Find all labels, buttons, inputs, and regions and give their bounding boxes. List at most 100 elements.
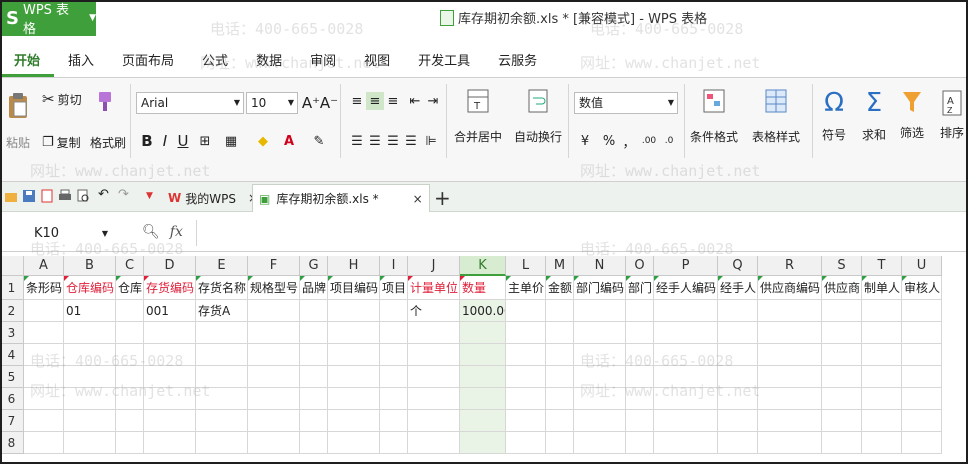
cell[interactable] — [506, 388, 546, 410]
column-header-o[interactable]: O — [626, 256, 654, 276]
tab-review[interactable]: 审阅 — [296, 47, 350, 77]
cell[interactable] — [248, 388, 300, 410]
cell[interactable] — [24, 322, 64, 344]
column-header-d[interactable]: D — [144, 256, 196, 276]
column-header-u[interactable]: U — [902, 256, 942, 276]
cell[interactable] — [116, 366, 144, 388]
cell[interactable] — [574, 410, 626, 432]
align-right-button[interactable]: ☰ — [384, 132, 402, 150]
sort-button[interactable]: AZ 排序 — [940, 88, 964, 141]
cell[interactable] — [654, 322, 718, 344]
cell[interactable] — [546, 388, 574, 410]
cell[interactable] — [758, 322, 822, 344]
column-header-e[interactable]: E — [196, 256, 248, 276]
header-cell-l[interactable]: 主单价 — [506, 276, 546, 300]
column-header-q[interactable]: Q — [718, 256, 758, 276]
cell[interactable] — [196, 410, 248, 432]
cell[interactable] — [380, 432, 408, 454]
cell[interactable] — [144, 388, 196, 410]
cell[interactable] — [248, 322, 300, 344]
tab-page-layout[interactable]: 页面布局 — [108, 47, 188, 77]
cell[interactable] — [758, 300, 822, 322]
fill-pattern-button[interactable]: ▦ — [222, 132, 240, 150]
cell[interactable] — [862, 344, 902, 366]
cell[interactable] — [328, 432, 380, 454]
cell[interactable] — [64, 322, 116, 344]
row-header-1[interactable]: 1 — [0, 276, 24, 300]
column-header-s[interactable]: S — [822, 256, 862, 276]
cell[interactable] — [822, 344, 862, 366]
cell[interactable] — [862, 322, 902, 344]
cell[interactable] — [718, 366, 758, 388]
cell[interactable] — [822, 322, 862, 344]
customize-toolbar-icon[interactable]: ▼ — [146, 191, 160, 205]
cell[interactable] — [718, 322, 758, 344]
data-cell-j2[interactable]: 个 — [408, 300, 460, 322]
cell[interactable] — [408, 410, 460, 432]
column-header-c[interactable]: C — [116, 256, 144, 276]
cell[interactable] — [902, 410, 942, 432]
align-center-button[interactable]: ☰ — [366, 132, 384, 150]
cell[interactable] — [328, 388, 380, 410]
cell[interactable] — [196, 344, 248, 366]
cell[interactable] — [654, 366, 718, 388]
column-header-m[interactable]: M — [546, 256, 574, 276]
cell[interactable] — [64, 388, 116, 410]
paste-button[interactable]: 粘贴 — [6, 92, 30, 151]
cell[interactable] — [546, 322, 574, 344]
cell[interactable] — [380, 410, 408, 432]
tab-cloud[interactable]: 云服务 — [484, 47, 551, 77]
tab-formulas[interactable]: 公式 — [188, 47, 242, 77]
font-size-select[interactable]: 10 ▼ — [246, 92, 298, 114]
cell[interactable] — [144, 344, 196, 366]
cell[interactable] — [144, 322, 196, 344]
print-icon[interactable] — [58, 189, 72, 203]
cell[interactable] — [902, 388, 942, 410]
header-cell-d[interactable]: 存货编码 — [144, 276, 196, 300]
cell[interactable] — [506, 344, 546, 366]
cell[interactable] — [248, 410, 300, 432]
cell[interactable] — [460, 410, 506, 432]
column-header-k[interactable]: K — [460, 256, 506, 276]
column-header-t[interactable]: T — [862, 256, 902, 276]
formula-input[interactable] — [196, 220, 968, 246]
header-cell-k[interactable]: 数量 — [460, 276, 506, 300]
italic-button[interactable]: I — [156, 132, 174, 150]
cell[interactable] — [380, 300, 408, 322]
cell[interactable] — [116, 322, 144, 344]
row-header-5[interactable]: 5 — [0, 366, 24, 388]
cut-button[interactable]: ✂ 剪切 — [42, 90, 82, 108]
cell[interactable] — [654, 388, 718, 410]
cell[interactable] — [460, 366, 506, 388]
cell[interactable] — [758, 432, 822, 454]
cell[interactable] — [328, 344, 380, 366]
align-top-button[interactable]: ≡ — [348, 92, 366, 110]
distributed-button[interactable]: ⊫ — [422, 132, 440, 150]
cell[interactable] — [408, 322, 460, 344]
header-cell-o[interactable]: 部门 — [626, 276, 654, 300]
cell[interactable] — [24, 432, 64, 454]
cell[interactable] — [654, 344, 718, 366]
shrink-font-button[interactable]: A⁻ — [320, 94, 338, 112]
header-cell-g[interactable]: 品牌 — [300, 276, 328, 300]
cell[interactable] — [506, 322, 546, 344]
cell[interactable] — [328, 410, 380, 432]
cell[interactable] — [626, 300, 654, 322]
cell[interactable] — [24, 344, 64, 366]
tab-data[interactable]: 数据 — [242, 47, 296, 77]
cell[interactable] — [24, 410, 64, 432]
row-header-3[interactable]: 3 — [0, 322, 24, 344]
cell[interactable] — [574, 300, 626, 322]
table-style-button[interactable]: 表格样式 — [752, 88, 800, 145]
header-cell-c[interactable]: 仓库 — [116, 276, 144, 300]
save-icon[interactable] — [22, 189, 36, 203]
header-cell-h[interactable]: 项目编码 — [328, 276, 380, 300]
currency-button[interactable]: ¥ — [576, 132, 594, 150]
cell[interactable] — [546, 300, 574, 322]
header-cell-b[interactable]: 仓库编码 — [64, 276, 116, 300]
tab-view[interactable]: 视图 — [350, 47, 404, 77]
column-header-r[interactable]: R — [758, 256, 822, 276]
column-header-i[interactable]: I — [380, 256, 408, 276]
cell[interactable] — [196, 388, 248, 410]
column-header-g[interactable]: G — [300, 256, 328, 276]
